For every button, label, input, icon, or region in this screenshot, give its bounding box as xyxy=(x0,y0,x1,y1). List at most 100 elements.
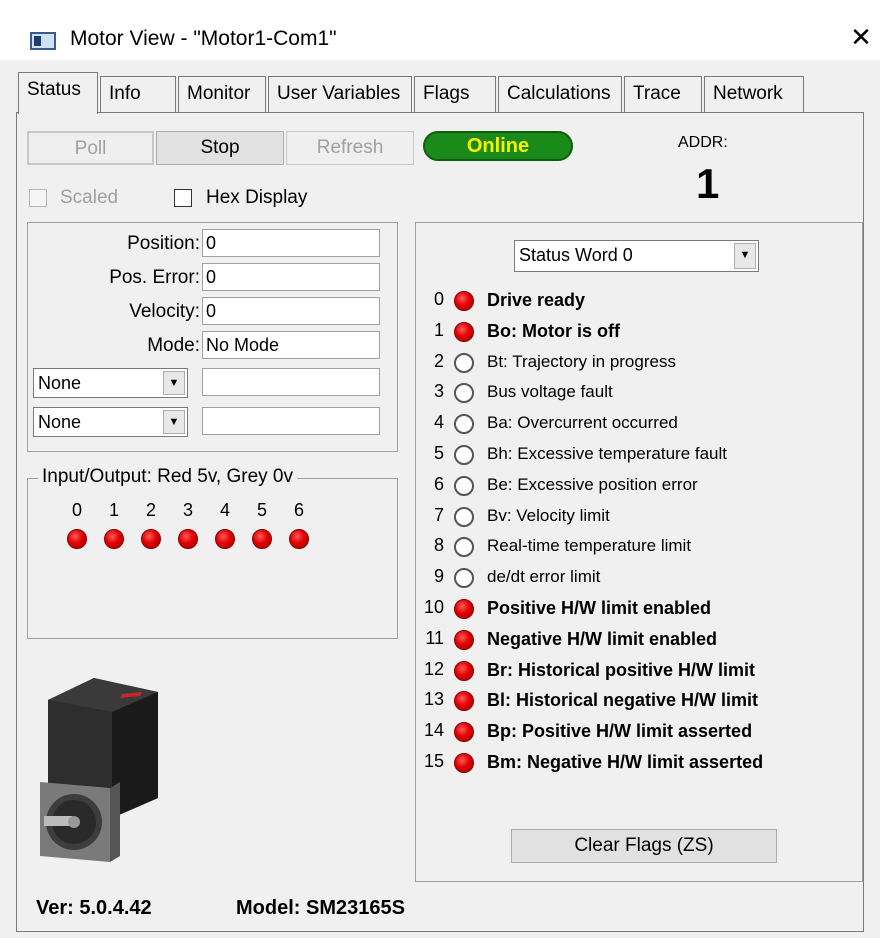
flag-label: Br: Historical positive H/W limit xyxy=(487,659,756,680)
readout-select-2-value: None xyxy=(38,412,82,432)
flag-label: Real-time temperature limit xyxy=(487,536,692,556)
flag-number: 4 xyxy=(433,412,444,433)
io-pin-label: 0 xyxy=(71,500,82,520)
flag-label: de/dt error limit xyxy=(487,567,601,587)
flag-number: 3 xyxy=(433,381,444,402)
io-pin-label: 1 xyxy=(108,500,119,520)
flag-number: 9 xyxy=(433,566,444,587)
io-led-icon xyxy=(178,529,198,549)
flag-number: 13 xyxy=(423,689,444,710)
velocity-field[interactable]: 0 xyxy=(202,297,380,325)
poll-button[interactable]: Poll xyxy=(27,131,154,165)
flag-label: Negative H/W limit enabled xyxy=(487,628,718,649)
readout-select-2[interactable]: None ▼ xyxy=(33,407,188,437)
flag-led-icon xyxy=(454,445,474,465)
flag-led-icon xyxy=(454,629,474,650)
io-pin-label: 6 xyxy=(293,500,304,520)
flag-number: 2 xyxy=(433,350,444,371)
address-value: 1 xyxy=(696,160,720,207)
flag-led-icon xyxy=(454,753,474,773)
pos-error-field[interactable]: 0 xyxy=(202,263,380,291)
flag-label: Bp: Positive H/W limit asserted xyxy=(487,721,753,742)
motor-image xyxy=(40,678,158,862)
flag-number: 12 xyxy=(423,658,444,679)
io-led-icon xyxy=(141,529,161,549)
flag-number: 15 xyxy=(423,751,444,771)
flag-number: 7 xyxy=(433,504,444,525)
window-title: Motor View - "Motor1-Com1" xyxy=(70,27,337,50)
velocity-label: Velocity: xyxy=(129,301,200,322)
address-label: ADDR: xyxy=(678,134,728,151)
chevron-down-icon[interactable]: ▼ xyxy=(163,371,185,395)
io-group-title: Input/Output: Red 5v, Grey 0v xyxy=(38,466,297,488)
scaled-label: Scaled xyxy=(60,187,119,208)
flag-led-icon xyxy=(454,506,474,527)
flag-led-icon xyxy=(454,599,474,619)
chevron-down-icon[interactable]: ▼ xyxy=(163,410,185,434)
stop-button[interactable]: Stop xyxy=(156,131,284,165)
chevron-down-icon[interactable]: ▼ xyxy=(734,243,756,269)
version-text: Ver: 5.0.4.42 xyxy=(36,897,152,919)
status-word-select-value: Status Word 0 xyxy=(519,245,633,265)
flag-number: 0 xyxy=(433,289,444,309)
flag-number: 11 xyxy=(425,627,444,648)
flag-led-icon xyxy=(454,321,474,342)
flag-number: 5 xyxy=(433,443,444,463)
flag-label: Bl: Historical negative H/W limit xyxy=(487,690,759,711)
hex-display-checkbox[interactable] xyxy=(174,189,192,207)
flag-led-icon xyxy=(454,352,474,373)
io-led-icon xyxy=(252,529,272,549)
tab-trace[interactable]: Trace xyxy=(624,76,702,112)
flag-led-icon xyxy=(454,660,474,681)
clear-flags-button[interactable]: Clear Flags (ZS) xyxy=(511,829,777,863)
tab-calculations[interactable]: Calculations xyxy=(498,76,622,112)
flag-number: 1 xyxy=(433,319,444,340)
readout-select-1-field[interactable] xyxy=(202,368,380,396)
readout-select-1[interactable]: None ▼ xyxy=(33,368,188,398)
readout-select-2-field[interactable] xyxy=(202,407,380,435)
flag-label: Drive ready xyxy=(487,290,586,310)
tab-user-variables[interactable]: User Variables xyxy=(268,76,412,112)
io-led-icon xyxy=(215,529,235,549)
app-icon xyxy=(30,32,56,50)
tab-status[interactable]: Status xyxy=(18,72,98,114)
flag-label: Bt: Trajectory in progress xyxy=(487,351,676,371)
flag-number: 8 xyxy=(433,535,444,556)
io-led-icon xyxy=(67,529,87,549)
mode-label: Mode: xyxy=(147,335,200,356)
flag-label: Bh: Excessive temperature fault xyxy=(487,444,728,463)
model-text: Model: SM23165S xyxy=(236,897,405,919)
flag-led-icon xyxy=(454,475,474,496)
io-pin-label: 4 xyxy=(219,500,230,520)
flag-label: Be: Excessive position error xyxy=(487,474,698,494)
position-field[interactable]: 0 xyxy=(202,229,380,257)
tab-network[interactable]: Network xyxy=(704,76,804,112)
io-pin-label: 5 xyxy=(256,500,267,520)
io-pin-label: 3 xyxy=(182,500,193,520)
close-button[interactable]: ✕ xyxy=(846,22,876,52)
io-led-icon xyxy=(289,529,309,549)
flag-label: Bm: Negative H/W limit asserted xyxy=(487,752,764,772)
tab-info[interactable]: Info xyxy=(100,76,176,112)
online-status-badge: Online xyxy=(423,131,573,161)
readout-select-1-value: None xyxy=(38,373,82,393)
flag-label: Bv: Velocity limit xyxy=(487,505,610,525)
flag-label: Positive H/W limit enabled xyxy=(487,598,712,618)
flag-label: Bo: Motor is off xyxy=(487,320,620,341)
pos-error-label: Pos. Error: xyxy=(109,267,200,288)
scaled-checkbox[interactable] xyxy=(29,189,47,207)
tab-flags[interactable]: Flags xyxy=(414,76,496,112)
hex-display-label: Hex Display xyxy=(206,187,308,208)
flag-number: 14 xyxy=(423,720,444,741)
io-led-icon xyxy=(104,529,124,549)
mode-field[interactable]: No Mode xyxy=(202,331,380,359)
refresh-button[interactable]: Refresh xyxy=(286,131,414,165)
flag-label: Ba: Overcurrent occurred xyxy=(487,413,678,433)
flag-led-icon xyxy=(454,291,474,311)
flag-label: Bus voltage fault xyxy=(487,382,613,402)
flag-number: 6 xyxy=(433,473,444,494)
flag-number: 10 xyxy=(423,597,444,617)
position-label: Position: xyxy=(127,233,200,254)
tab-monitor[interactable]: Monitor xyxy=(178,76,266,112)
status-word-select[interactable]: Status Word 0 ▼ xyxy=(514,240,759,272)
